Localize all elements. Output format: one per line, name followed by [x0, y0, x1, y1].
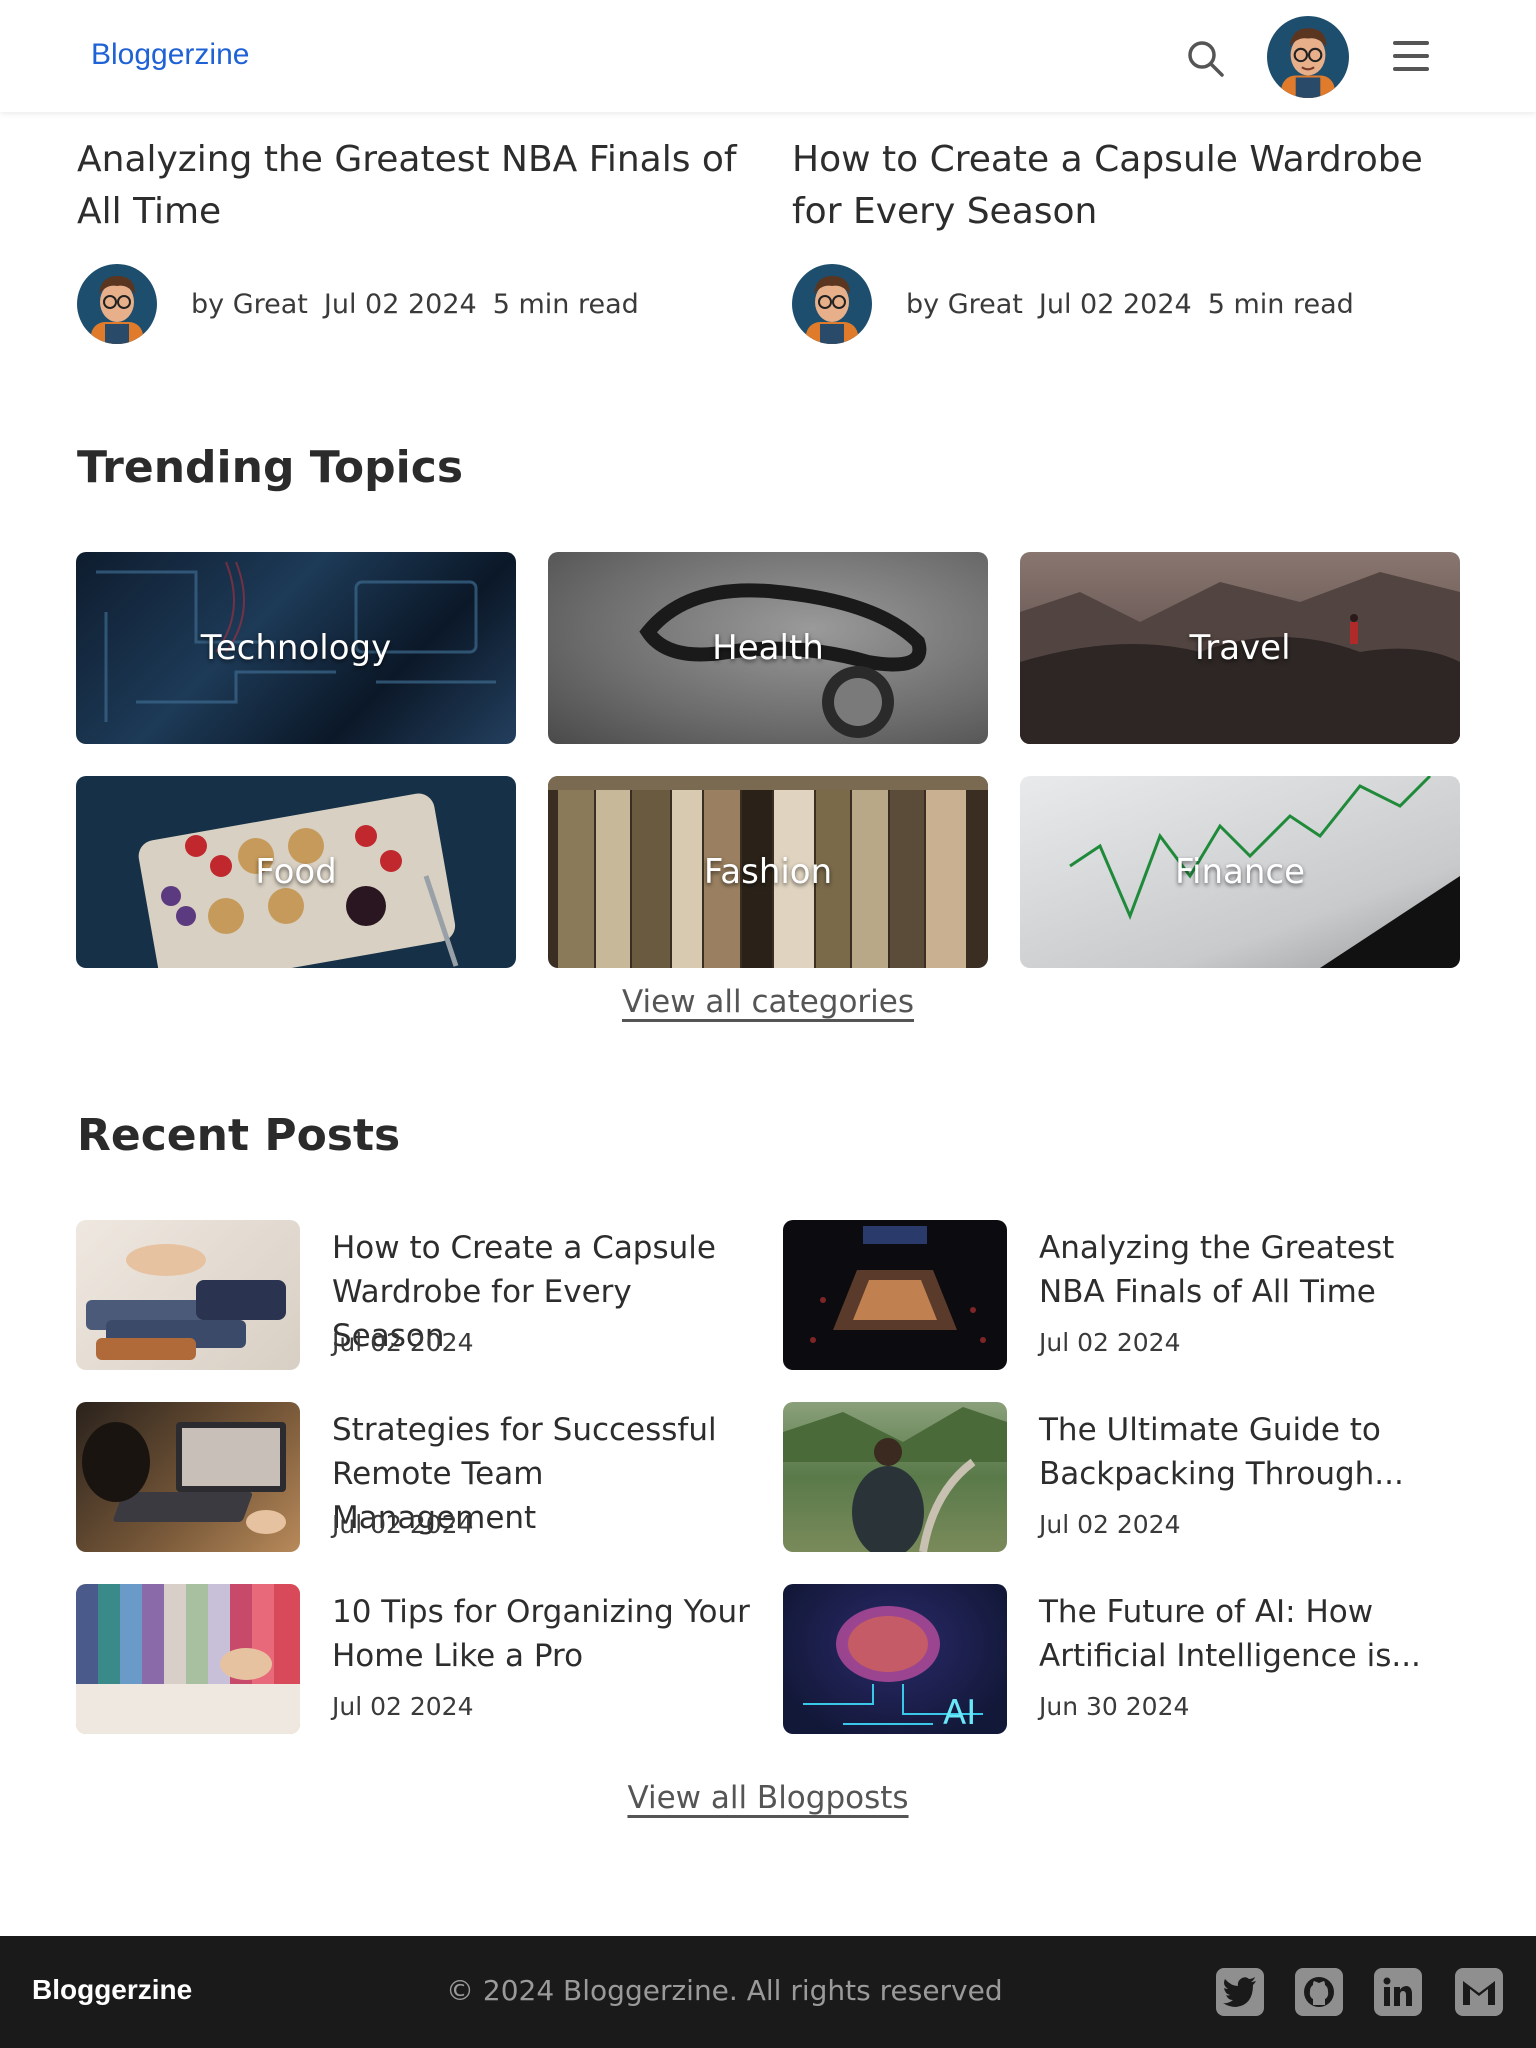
list-item[interactable]: How to Create a Capsule Wardrobe for Eve… [76, 1220, 756, 1370]
list-item[interactable]: AI The Future of AI: How Artificial Inte… [783, 1584, 1463, 1734]
gmail-icon[interactable] [1455, 1968, 1503, 2016]
post-title[interactable]: The Future of AI: How Artificial Intelli… [1039, 1590, 1459, 1678]
topic-technology[interactable]: Technology [76, 552, 516, 744]
post-thumbnail[interactable] [783, 1402, 1007, 1552]
recent-posts-title: Recent Posts [77, 1110, 401, 1161]
topic-label: Health [712, 628, 824, 668]
site-header: Bloggerzine [0, 0, 1536, 112]
read-time: 5 min read [1207, 288, 1354, 320]
topic-label: Finance [1174, 852, 1306, 892]
post-date: Jun 30 2024 [1039, 1692, 1190, 1721]
post-date: Jul 02 2024 [1039, 1510, 1181, 1539]
svg-text:AI: AI [943, 1693, 976, 1733]
list-item[interactable]: The Ultimate Guide to Backpacking Throug… [783, 1402, 1463, 1552]
twitter-icon[interactable] [1216, 1968, 1264, 2016]
post-thumbnail[interactable] [76, 1402, 300, 1552]
topic-travel[interactable]: Travel [1020, 552, 1460, 744]
post-date: Jul 02 2024 [332, 1328, 474, 1357]
topic-health[interactable]: Health [548, 552, 988, 744]
list-item[interactable]: 10 Tips for Organizing Your Home Like a … [76, 1584, 756, 1734]
topic-label: Travel [1189, 628, 1291, 668]
article-meta: by Great Jul 02 2024 5 min read [77, 264, 655, 344]
post-thumbnail[interactable] [76, 1220, 300, 1370]
list-item[interactable]: Strategies for Successful Remote Team Ma… [76, 1402, 756, 1552]
trending-topics-title: Trending Topics [77, 442, 464, 493]
list-item[interactable]: Analyzing the Greatest NBA Finals of All… [783, 1220, 1463, 1370]
article-meta: by Great Jul 02 2024 5 min read [792, 264, 1370, 344]
post-date: Jul 02 2024 [1038, 288, 1192, 320]
author-avatar [792, 264, 872, 344]
footer-brand[interactable]: Bloggerzine [32, 1974, 192, 2006]
author-name[interactable]: by Great [191, 289, 308, 320]
topic-label: Fashion [703, 852, 833, 892]
linkedin-icon[interactable] [1374, 1968, 1422, 2016]
brand-logo[interactable]: Bloggerzine [91, 38, 249, 72]
topic-label: Technology [200, 628, 392, 668]
avatar[interactable] [1267, 16, 1349, 98]
github-icon[interactable] [1295, 1968, 1343, 2016]
post-title[interactable]: The Ultimate Guide to Backpacking Throug… [1039, 1408, 1459, 1496]
site-footer: Bloggerzine © 2024 Bloggerzine. All righ… [0, 1936, 1536, 2048]
search-icon[interactable] [1186, 39, 1226, 79]
author-name[interactable]: by Great [906, 289, 1023, 320]
read-time: 5 min read [492, 288, 639, 320]
post-title[interactable]: 10 Tips for Organizing Your Home Like a … [332, 1590, 752, 1678]
post-thumbnail[interactable]: AI [783, 1584, 1007, 1734]
post-date: Jul 02 2024 [323, 288, 477, 320]
featured-article[interactable]: How to Create a Capsule Wardrobe for Eve… [792, 134, 1472, 344]
post-title[interactable]: Analyzing the Greatest NBA Finals of All… [1039, 1226, 1459, 1314]
post-thumbnail[interactable] [783, 1220, 1007, 1370]
view-all-blogposts-link[interactable]: View all Blogposts [568, 1780, 968, 1816]
topic-label: Food [255, 852, 337, 892]
featured-article[interactable]: Analyzing the Greatest NBA Finals of All… [77, 134, 757, 344]
post-thumbnail[interactable] [76, 1584, 300, 1734]
copyright-text: © 2024 Bloggerzine. All rights reserved [446, 1974, 1003, 2007]
post-date: Jul 02 2024 [332, 1510, 474, 1539]
topic-fashion[interactable]: Fashion [548, 776, 988, 968]
view-all-categories-link[interactable]: View all categories [568, 984, 968, 1020]
post-date: Jul 02 2024 [1039, 1328, 1181, 1357]
post-date: Jul 02 2024 [332, 1692, 474, 1721]
topic-food[interactable]: Food [76, 776, 516, 968]
article-title[interactable]: Analyzing the Greatest NBA Finals of All… [77, 134, 757, 238]
article-title[interactable]: How to Create a Capsule Wardrobe for Eve… [792, 134, 1472, 238]
topic-finance[interactable]: Finance [1020, 776, 1460, 968]
hamburger-menu-icon[interactable] [1391, 38, 1431, 74]
author-avatar [77, 264, 157, 344]
